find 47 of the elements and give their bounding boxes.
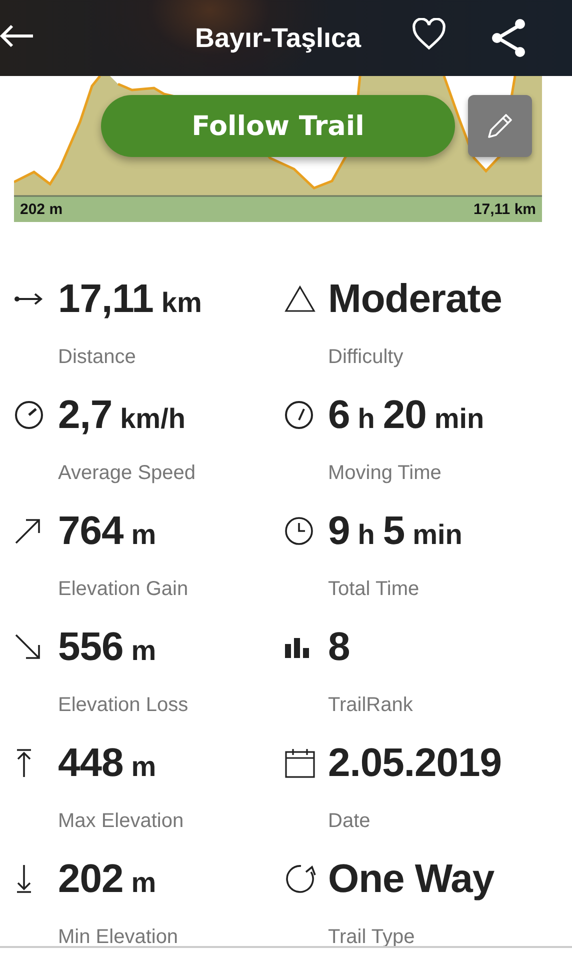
stat-label: Average Speed bbox=[58, 462, 197, 485]
share-button[interactable] bbox=[490, 18, 528, 58]
stat-label: Elevation Gain bbox=[58, 578, 190, 601]
stat-label: Trail Type bbox=[328, 926, 416, 949]
stat-label: Distance bbox=[58, 346, 137, 369]
stat-label: Elevation Loss bbox=[58, 694, 190, 717]
arrow-up-icon bbox=[14, 748, 34, 778]
back-arrow-icon bbox=[0, 24, 34, 48]
stat-label: Date bbox=[328, 810, 372, 833]
speedometer-icon bbox=[14, 400, 44, 430]
stat-value: One Way bbox=[328, 857, 496, 901]
speedometer-icon bbox=[284, 400, 314, 430]
stat-value: 8 bbox=[328, 625, 351, 669]
pencil-icon bbox=[485, 111, 515, 141]
stat-value: 448 m bbox=[58, 741, 158, 785]
stat-value: Moderate bbox=[328, 277, 503, 321]
stat-label: Total Time bbox=[328, 578, 420, 601]
stat-value: 764 m bbox=[58, 509, 158, 553]
triangle-icon bbox=[284, 285, 316, 313]
stat-label: Difficulty bbox=[328, 346, 404, 369]
stat-label: Min Elevation bbox=[58, 926, 180, 949]
stat-value: 202 m bbox=[58, 857, 158, 901]
share-icon bbox=[490, 18, 528, 58]
favorite-button[interactable] bbox=[412, 18, 446, 52]
back-button[interactable] bbox=[0, 24, 34, 48]
bar-chart-icon bbox=[284, 636, 310, 658]
arrow-down-icon bbox=[14, 864, 34, 894]
stat-value: 2,7 km/h bbox=[58, 393, 186, 437]
stat-label: TrailRank bbox=[328, 694, 414, 717]
stat-value: 17,11 km bbox=[58, 277, 203, 321]
stat-label: Moving Time bbox=[328, 462, 442, 485]
stat-value: 556 m bbox=[58, 625, 158, 669]
stat-value: 9 h 5 min bbox=[328, 509, 464, 553]
min-elevation-label: 202 m bbox=[20, 200, 63, 218]
stat-value: 6 h 20 min bbox=[328, 393, 486, 437]
diagonal-arrow-icon bbox=[14, 517, 42, 545]
clock-icon bbox=[284, 516, 314, 546]
calendar-icon bbox=[284, 747, 316, 779]
heart-icon bbox=[412, 18, 446, 52]
diagonal-arrow-icon bbox=[14, 633, 42, 661]
trail-title: Bayır-Taşlıca bbox=[194, 22, 362, 54]
distance-label: 17,11 km bbox=[473, 200, 536, 218]
edit-button[interactable] bbox=[468, 95, 532, 157]
stat-label: Max Elevation bbox=[58, 810, 185, 833]
stat-value: 2.05.2019 bbox=[328, 741, 502, 785]
follow-trail-button[interactable]: Follow Trail bbox=[101, 95, 455, 157]
circular-arrow-icon bbox=[284, 863, 318, 895]
